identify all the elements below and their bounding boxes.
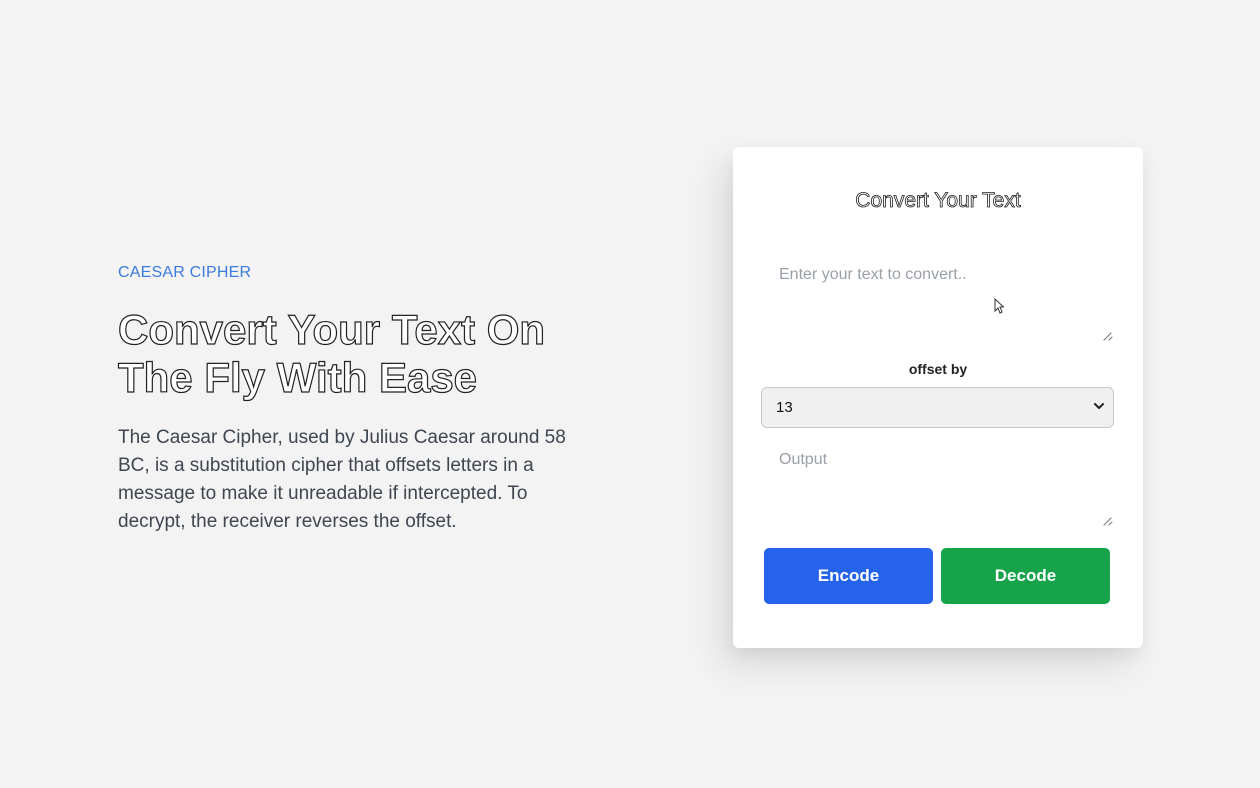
offset-label: offset by — [908, 361, 968, 377]
converter-card: Convert Your Text offset by 13 Encode De… — [733, 147, 1143, 648]
chevron-down-icon — [1094, 403, 1104, 409]
offset-select[interactable]: 13 — [761, 387, 1114, 428]
eyebrow-label: CAESAR CIPHER — [118, 264, 252, 281]
offset-select-value: 13 — [776, 399, 793, 416]
input-text-field[interactable] — [761, 250, 1115, 342]
resize-grip-icon[interactable] — [1103, 331, 1112, 340]
mouse-pointer-icon — [994, 298, 1004, 314]
card-title: Convert Your Text — [855, 189, 1021, 213]
hero-headline: Convert Your Text On The Fly With Ease — [117, 305, 546, 401]
hero-description: The Caesar Cipher, used by Julius Caesar… — [118, 427, 566, 532]
page: CAESAR CIPHER Convert Your Text On The F… — [0, 0, 1260, 788]
resize-grip-icon[interactable] — [1103, 516, 1112, 525]
encode-button[interactable]: Encode — [764, 548, 933, 604]
output-text-field[interactable] — [761, 435, 1115, 525]
hero-section: CAESAR CIPHER Convert Your Text On The F… — [117, 264, 598, 536]
decode-button[interactable]: Decode — [941, 548, 1110, 604]
